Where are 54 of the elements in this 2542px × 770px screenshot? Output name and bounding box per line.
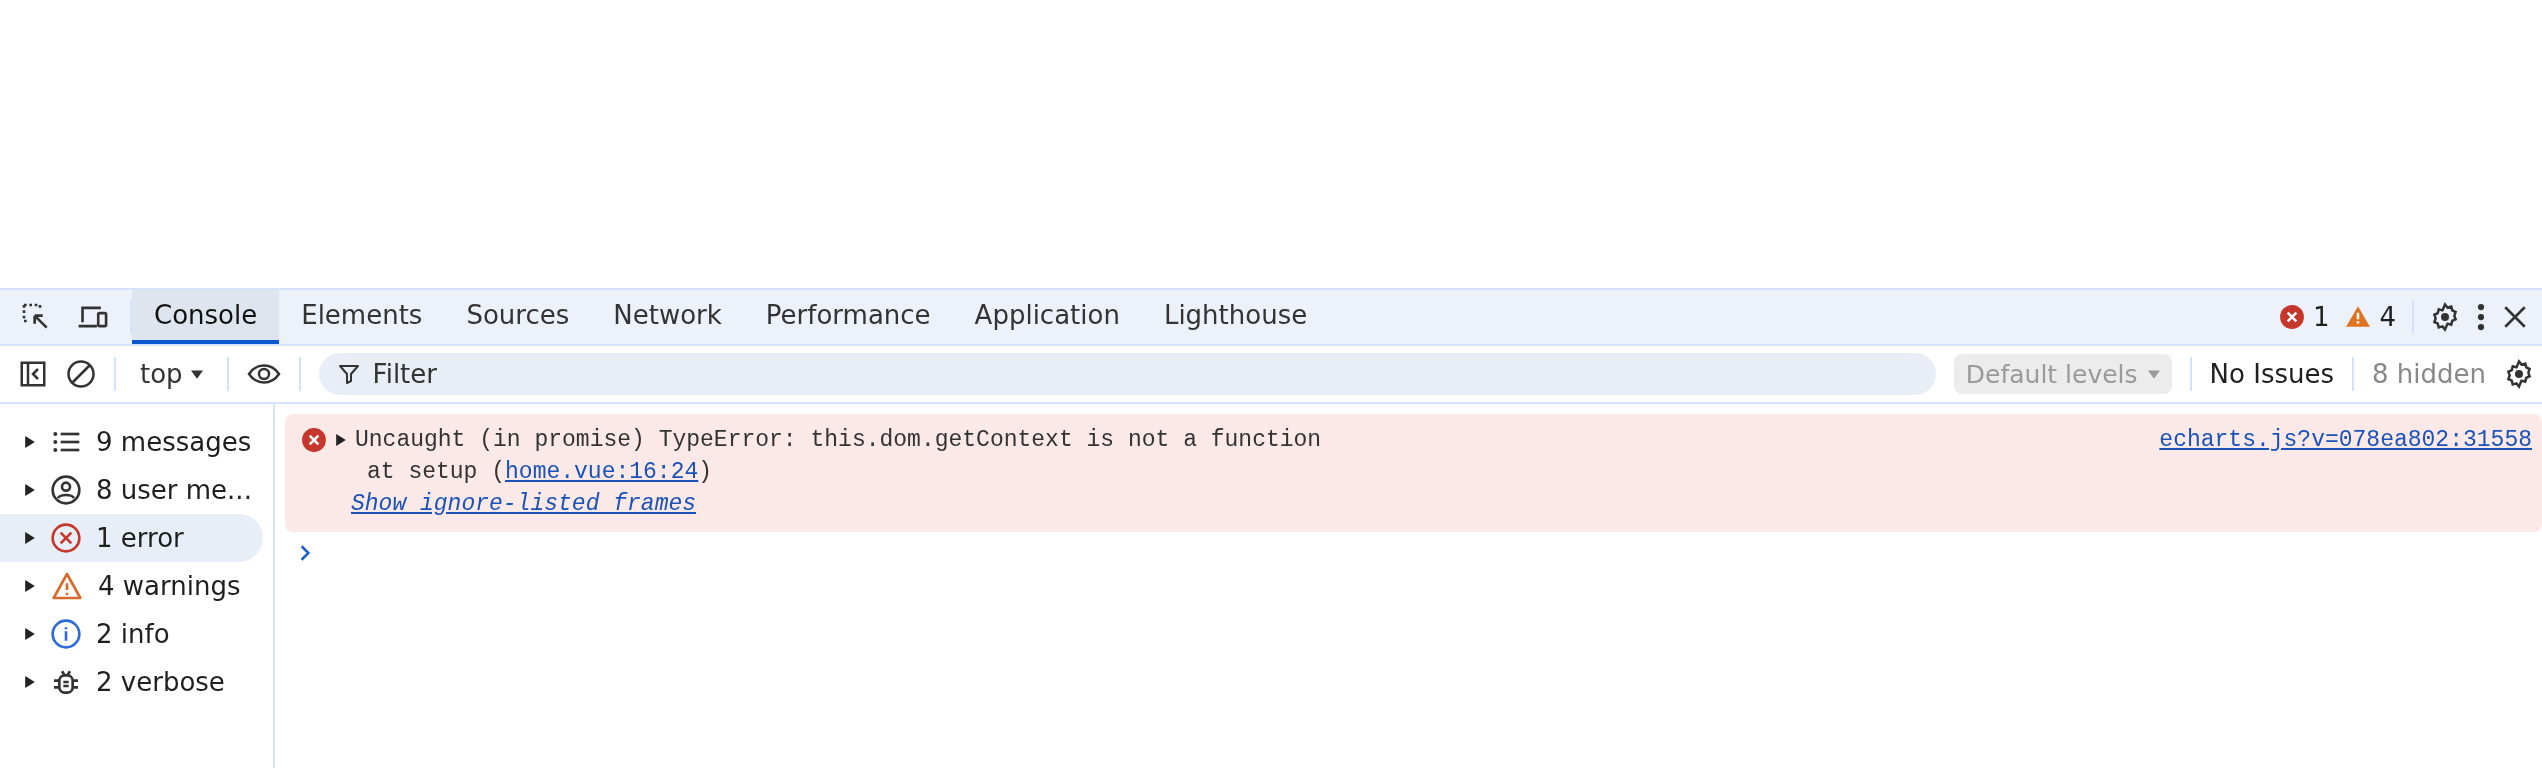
warning-icon [50, 570, 84, 602]
caret-icon [2147, 368, 2160, 380]
panel-tab[interactable]: Performance [743, 290, 953, 344]
panel-tab[interactable]: Application [952, 290, 1142, 344]
panel-tab[interactable]: Sources [444, 290, 592, 344]
expand-arrow-icon[interactable] [24, 436, 36, 448]
expand-arrow-icon[interactable] [335, 434, 347, 446]
issues-link[interactable]: No Issues [2209, 359, 2334, 389]
sidebar-label: 8 user me... [96, 475, 252, 505]
close-icon[interactable] [2502, 304, 2528, 330]
panel-tab[interactable]: Console [132, 290, 280, 344]
warning-count[interactable]: 4 [2379, 302, 2396, 332]
sidebar-item[interactable]: 1 error [0, 514, 263, 562]
panel-tab[interactable]: Lighthouse [1141, 290, 1330, 344]
prompt-icon[interactable] [299, 544, 311, 562]
expand-arrow-icon[interactable] [24, 628, 36, 640]
error-count[interactable]: 1 [2312, 302, 2330, 332]
show-frames-link[interactable]: Show ignore-listed frames [351, 491, 697, 517]
error-icon [2278, 304, 2305, 330]
sidebar-label: 4 warnings [98, 571, 241, 601]
clear-console-icon[interactable] [66, 359, 96, 389]
panel-tab[interactable]: Elements [279, 290, 445, 344]
stack-frame: at setup (home.vue:16:24) [367, 456, 713, 488]
settings-icon[interactable] [2504, 359, 2534, 389]
error-icon [301, 427, 327, 453]
error-icon [50, 522, 82, 554]
sidebar-label: 2 verbose [96, 667, 225, 697]
filter-field[interactable]: Filter [318, 353, 1936, 395]
expand-arrow-icon[interactable] [24, 532, 36, 544]
context-dropdown[interactable]: top [134, 358, 209, 390]
filter-icon [336, 362, 361, 386]
sidebar-item[interactable]: 4 warnings [0, 562, 263, 610]
panel-tab[interactable]: Network [591, 290, 744, 344]
sidebar-toggle-icon[interactable] [18, 359, 48, 389]
stack-link[interactable]: home.vue:16:24 [505, 459, 699, 485]
source-link[interactable]: echarts.js?v=078ea802:31558 [2159, 424, 2532, 456]
sidebar-label: 9 messages [96, 427, 252, 457]
warning-icon [2345, 304, 2372, 330]
sidebar-label: 1 error [96, 523, 184, 553]
sidebar-item[interactable]: 2 verbose [0, 658, 263, 706]
sidebar-item[interactable]: 8 user me... [0, 466, 263, 514]
more-menu-icon[interactable] [2476, 302, 2486, 332]
settings-icon[interactable] [2430, 302, 2460, 332]
expand-arrow-icon[interactable] [24, 676, 36, 688]
info-icon [50, 618, 82, 650]
caret-icon [190, 368, 203, 380]
sidebar-item[interactable]: 9 messages [0, 418, 263, 466]
sidebar-label: 2 info [96, 619, 170, 649]
error-text: Uncaught (in promise) TypeError: this.dom.getContext is not a function [355, 426, 1322, 455]
hidden-count: 8 hidden [2372, 359, 2486, 389]
user-icon [50, 474, 82, 506]
expand-arrow-icon[interactable] [24, 484, 36, 496]
expand-arrow-icon[interactable] [24, 580, 36, 592]
sidebar-item[interactable]: 2 info [0, 610, 263, 658]
